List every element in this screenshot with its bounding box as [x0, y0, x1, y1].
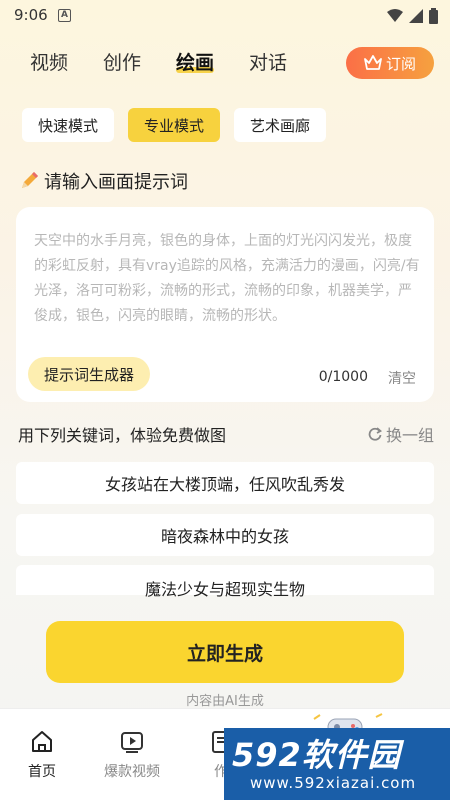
clear-button[interactable]: 清空	[388, 368, 416, 388]
tab-video[interactable]: 视频	[30, 48, 68, 75]
watermark-logo: 592软件园 www.592xiazai.com	[224, 728, 450, 800]
nav-home-label: 首页	[28, 764, 56, 780]
keywords-heading: 用下列关键词，体验免费做图	[18, 426, 227, 445]
top-tabs: 视频 创作 绘画 对话	[30, 48, 287, 75]
mode-quick[interactable]: 快速模式	[22, 108, 115, 142]
prompt-section-title: 请输入画面提示词	[18, 168, 188, 194]
mode-pro[interactable]: 专业模式	[128, 108, 221, 142]
section-title-text: 请输入画面提示词	[44, 172, 188, 193]
generate-now-button[interactable]: 立即生成	[46, 621, 404, 683]
refresh-label: 换一组	[385, 426, 434, 445]
battery-icon	[429, 8, 438, 24]
video-icon	[121, 732, 143, 753]
prompt-placeholder[interactable]: 天空中的水手月亮，银色的身体，上面的灯光闪闪发光，极度的彩虹反射，具有vray追…	[34, 229, 424, 329]
pencil-icon	[22, 172, 38, 188]
char-counter: 0/1000	[318, 369, 368, 385]
mode-selector: 快速模式 专业模式 艺术画廊	[22, 108, 327, 142]
refresh-keywords-button[interactable]: 换一组	[368, 422, 434, 446]
nav-hot-video[interactable]: 爆款视频	[104, 729, 160, 781]
tab-painting[interactable]: 绘画	[176, 48, 215, 75]
refresh-icon	[368, 427, 382, 441]
prompt-generator-button[interactable]: 提示词生成器	[28, 357, 151, 391]
status-icons	[387, 8, 438, 24]
subscribe-label: 订阅	[385, 54, 416, 73]
keyword-item[interactable]: 暗夜森林中的女孩	[16, 514, 434, 556]
home-icon	[32, 731, 52, 752]
nav-hot-video-label: 爆款视频	[104, 764, 160, 780]
notification-icon: A	[58, 9, 71, 22]
mode-gallery[interactable]: 艺术画廊	[234, 108, 327, 142]
subscribe-button[interactable]: 订阅	[346, 47, 434, 79]
status-bar: 9:06 A	[0, 0, 450, 34]
keyword-item[interactable]: 魔法少女与超现实生物	[16, 565, 434, 599]
nav-home[interactable]: 首页	[28, 729, 56, 781]
signal-icon	[409, 9, 423, 23]
watermark-brand: 592软件园	[232, 736, 401, 774]
watermark-url: www.592xiazai.com	[250, 774, 417, 792]
ai-generated-note: 内容由AI生成	[186, 694, 264, 709]
tab-chat[interactable]: 对话	[249, 48, 287, 75]
keyword-item[interactable]: 女孩站在大楼顶端，任风吹乱秀发	[16, 462, 434, 504]
wifi-icon	[387, 9, 403, 22]
tab-create[interactable]: 创作	[103, 48, 141, 75]
crown-icon	[364, 55, 382, 70]
status-time: 9:06	[14, 6, 48, 24]
prompt-input-card[interactable]: 天空中的水手月亮，银色的身体，上面的灯光闪闪发光，极度的彩虹反射，具有vray追…	[16, 207, 434, 402]
